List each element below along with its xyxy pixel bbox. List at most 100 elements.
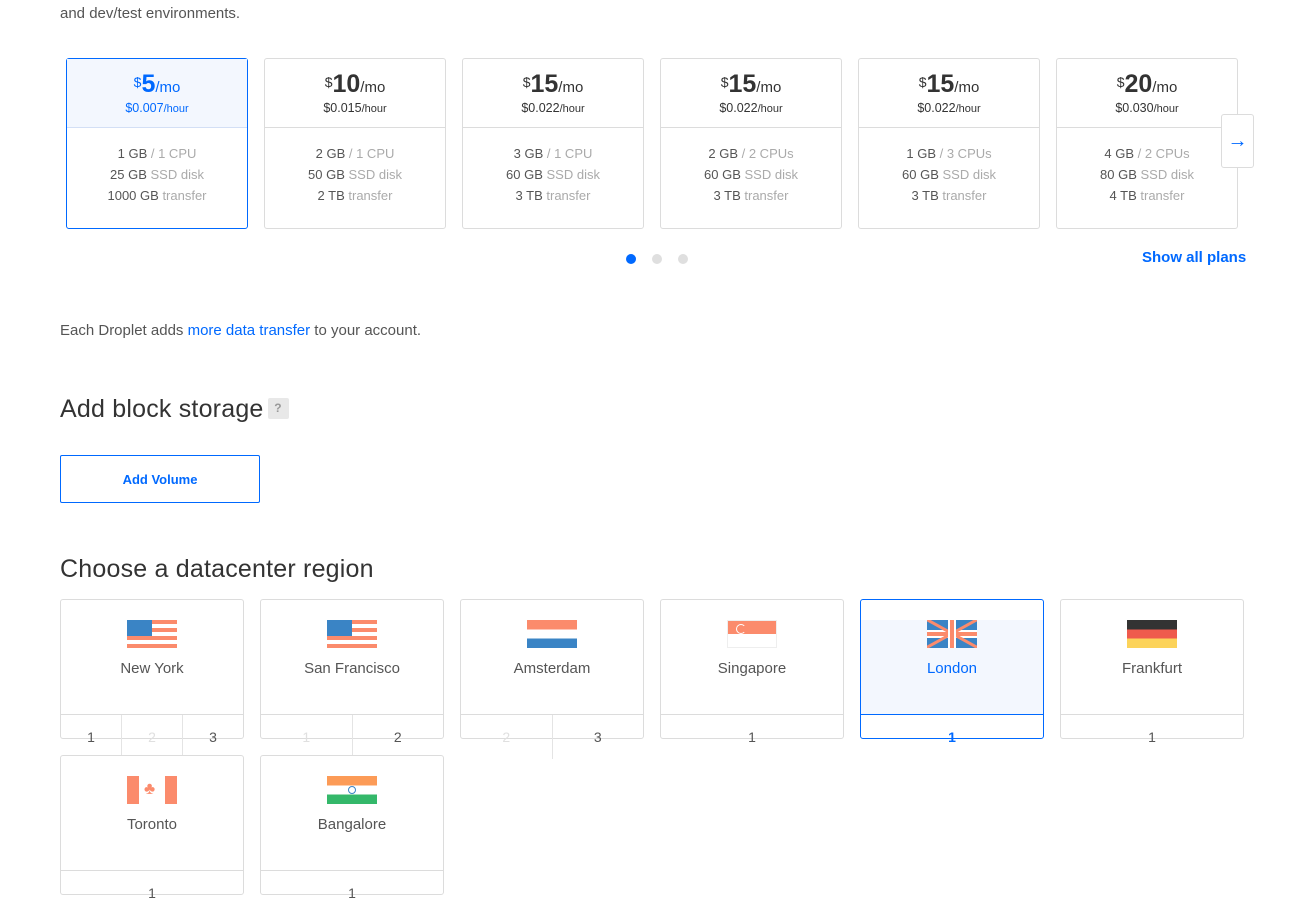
region-card-london: London 1 bbox=[860, 599, 1044, 745]
plan-card[interactable]: $20/mo $0.030/hour 4 GB / 2 CPUs 80 GB S… bbox=[1056, 58, 1238, 229]
carousel-dot-2[interactable] bbox=[652, 254, 662, 264]
plan-price-header: $15/mo $0.022/hour bbox=[661, 59, 841, 128]
region-header[interactable]: New York bbox=[61, 620, 243, 715]
plan-hourly-price: $0.015 bbox=[323, 101, 362, 115]
us-flag-icon bbox=[327, 620, 377, 648]
germany-flag-icon bbox=[1127, 620, 1177, 648]
plan-transfer-label: transfer bbox=[744, 188, 789, 203]
region-card-frankfurt: Frankfurt 1 bbox=[1060, 599, 1244, 745]
datacenter-options: 1 2 3 bbox=[61, 715, 243, 759]
plan-disk-label: SSD disk bbox=[546, 167, 600, 182]
plan-specs: 3 GB / 1 CPU 60 GB SSD disk 3 TB transfe… bbox=[463, 128, 643, 206]
plan-period: /mo bbox=[558, 79, 584, 96]
plan-specs: 1 GB / 3 CPUs 60 GB SSD disk 3 TB transf… bbox=[859, 128, 1039, 206]
plan-period: /mo bbox=[954, 79, 980, 96]
plan-transfer-label: transfer bbox=[1140, 188, 1185, 203]
datacenter-heading: Choose a datacenter region bbox=[60, 555, 374, 583]
datacenter-option[interactable]: 1 bbox=[61, 871, 243, 915]
transfer-note: Each Droplet adds more data transfer to … bbox=[60, 322, 421, 339]
datacenter-option[interactable]: 3 bbox=[551, 715, 644, 759]
plan-disk-size: 60 GB bbox=[902, 167, 939, 182]
plan-card[interactable]: $15/mo $0.022/hour 2 GB / 2 CPUs 60 GB S… bbox=[660, 58, 842, 229]
region-card-new-york: New York 1 2 3 bbox=[60, 599, 244, 759]
datacenter-option: 1 bbox=[302, 729, 311, 745]
plan-hourly-price: $0.022 bbox=[917, 101, 956, 115]
plan-specs: 2 GB / 1 CPU 50 GB SSD disk 2 TB transfe… bbox=[265, 128, 445, 206]
add-volume-button[interactable]: Add Volume bbox=[60, 455, 260, 503]
plan-list: $5/mo $0.007/hour 1 GB / 1 CPU 25 GB SSD… bbox=[66, 58, 1238, 229]
plan-card[interactable]: $15/mo $0.022/hour 1 GB / 3 CPUs 60 GB S… bbox=[858, 58, 1040, 229]
datacenter-options: 1 bbox=[1061, 715, 1243, 759]
region-card-amsterdam: Amsterdam 2 3 bbox=[460, 599, 644, 759]
plan-memory: 1 GB bbox=[906, 146, 936, 161]
datacenter-option: 2 bbox=[502, 729, 511, 745]
carousel-dot-3[interactable] bbox=[678, 254, 688, 264]
uk-flag-icon bbox=[927, 620, 977, 648]
transfer-note-after: to your account. bbox=[310, 322, 422, 339]
show-all-plans-link[interactable]: Show all plans bbox=[1142, 249, 1246, 266]
region-name: Amsterdam bbox=[513, 660, 591, 677]
region-header[interactable]: San Francisco bbox=[261, 620, 443, 715]
netherlands-flag-icon bbox=[527, 620, 577, 648]
region-header[interactable]: Frankfurt bbox=[1061, 620, 1243, 715]
carousel-next-button[interactable]: → bbox=[1221, 114, 1254, 168]
region-header[interactable]: Toronto bbox=[61, 776, 243, 871]
datacenter-option[interactable]: 1 bbox=[861, 715, 1043, 759]
datacenter-option[interactable]: 3 bbox=[182, 715, 243, 759]
plan-hourly-unit: /hour bbox=[955, 103, 981, 115]
plan-price-header: $15/mo $0.022/hour bbox=[463, 59, 643, 128]
plan-transfer-label: transfer bbox=[942, 188, 987, 203]
plan-monthly-price: 10 bbox=[332, 70, 361, 98]
plan-disk-size: 50 GB bbox=[308, 167, 345, 182]
carousel-pagination bbox=[626, 254, 688, 264]
datacenter-option[interactable]: 1 bbox=[661, 715, 843, 759]
plan-cpu: / 1 CPU bbox=[348, 146, 395, 161]
plan-hourly-unit: /hour bbox=[559, 103, 585, 115]
more-data-transfer-link[interactable]: more data transfer bbox=[188, 322, 311, 339]
canada-flag-icon bbox=[127, 776, 177, 804]
plan-monthly-price: 20 bbox=[1124, 70, 1153, 98]
plan-transfer-size: 3 TB bbox=[515, 188, 543, 203]
region-name: San Francisco bbox=[304, 660, 400, 677]
plan-monthly-price: 15 bbox=[530, 70, 559, 98]
region-name: London bbox=[926, 660, 978, 677]
plan-card[interactable]: $10/mo $0.015/hour 2 GB / 1 CPU 50 GB SS… bbox=[264, 58, 446, 229]
plan-transfer-label: transfer bbox=[546, 188, 591, 203]
intro-text: and dev/test environments. bbox=[60, 5, 241, 22]
plan-currency: $ bbox=[1116, 74, 1125, 90]
datacenter-option[interactable]: 2 bbox=[351, 715, 444, 759]
help-icon[interactable]: ? bbox=[267, 397, 289, 419]
plan-period: /mo bbox=[756, 79, 782, 96]
plan-memory: 2 GB bbox=[708, 146, 738, 161]
plan-transfer-size: 2 TB bbox=[317, 188, 345, 203]
region-header[interactable]: Bangalore bbox=[261, 776, 443, 871]
region-card-san-francisco: San Francisco 1 2 bbox=[260, 599, 444, 759]
plan-monthly-price: 5 bbox=[141, 70, 156, 98]
plan-transfer-size: 4 TB bbox=[1109, 188, 1137, 203]
plan-currency: $ bbox=[720, 74, 729, 90]
plan-currency: $ bbox=[133, 74, 142, 90]
datacenter-option[interactable]: 1 bbox=[261, 871, 443, 915]
plan-disk-label: SSD disk bbox=[744, 167, 798, 182]
plan-period: /mo bbox=[360, 79, 386, 96]
plan-card[interactable]: $15/mo $0.022/hour 3 GB / 1 CPU 60 GB SS… bbox=[462, 58, 644, 229]
plan-hourly-unit: /hour bbox=[1153, 103, 1179, 115]
region-header[interactable]: Singapore bbox=[661, 620, 843, 715]
datacenter-options: 2 3 bbox=[461, 715, 643, 759]
plan-card[interactable]: $5/mo $0.007/hour 1 GB / 1 CPU 25 GB SSD… bbox=[66, 58, 248, 229]
us-flag-icon bbox=[127, 620, 177, 648]
plan-hourly-price: $0.022 bbox=[719, 101, 758, 115]
plan-specs: 1 GB / 1 CPU 25 GB SSD disk 1000 GB tran… bbox=[67, 128, 247, 206]
plan-monthly-price: 15 bbox=[728, 70, 757, 98]
plan-period: /mo bbox=[1152, 79, 1178, 96]
carousel-dot-1[interactable] bbox=[626, 254, 636, 264]
region-header[interactable]: Amsterdam bbox=[461, 620, 643, 715]
datacenter-options: 1 2 bbox=[261, 715, 443, 759]
plan-memory: 3 GB bbox=[513, 146, 544, 161]
datacenter-option[interactable]: 1 bbox=[61, 715, 121, 759]
plan-price-header: $5/mo $0.007/hour bbox=[67, 59, 247, 128]
datacenter-option[interactable]: 1 bbox=[1061, 715, 1243, 759]
region-header[interactable]: London bbox=[861, 620, 1043, 715]
plan-transfer-size: 1000 GB bbox=[107, 188, 159, 203]
plan-hourly-unit: /hour bbox=[163, 103, 189, 115]
